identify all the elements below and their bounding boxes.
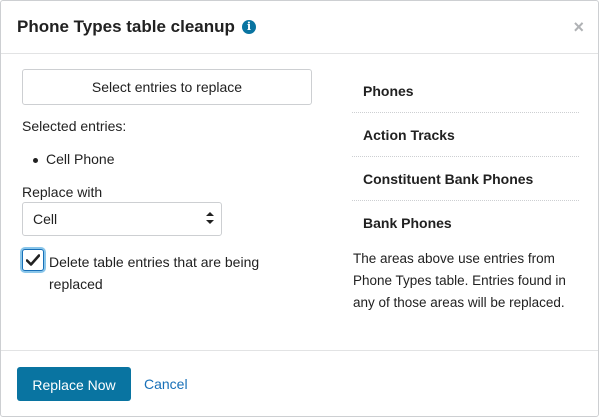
area-item-bank-phones: Bank Phones (363, 215, 452, 231)
delete-entries-checkbox[interactable] (22, 249, 44, 271)
areas-note: The areas above use entries from Phone T… (353, 251, 566, 310)
select-arrows-icon (206, 212, 214, 224)
area-item-phones: Phones (352, 69, 579, 113)
info-icon[interactable]: i (241, 20, 256, 34)
delete-entries-label[interactable]: Delete table entries that are being repl… (49, 251, 309, 295)
checkmark-icon (26, 254, 40, 266)
areas-list: Phones Action Tracks Constituent Bank Ph… (352, 69, 579, 245)
dialog-title: Phone Types table cleanup i (17, 17, 256, 37)
selected-entry-item: Cell Phone (33, 151, 115, 167)
area-item-action-tracks: Action Tracks (352, 113, 579, 157)
dialog-title-text: Phone Types table cleanup (17, 17, 235, 36)
dialog-header: Phone Types table cleanup i × (1, 1, 598, 54)
cleanup-dialog: Phone Types table cleanup i × Select ent… (0, 0, 599, 417)
replace-with-label: Replace with (22, 184, 103, 200)
selected-entries-label: Selected entries: (22, 118, 127, 134)
select-entries-button[interactable]: Select entries to replace (22, 69, 312, 105)
cancel-link[interactable]: Cancel (144, 376, 188, 392)
dialog-footer: Replace Now Cancel (1, 350, 598, 417)
replace-with-select[interactable]: Cell (22, 202, 222, 236)
replace-now-button[interactable]: Replace Now (17, 367, 131, 401)
replace-with-value: Cell (33, 211, 58, 227)
area-item-constituent-bank-phones: Constituent Bank Phones (352, 157, 579, 201)
close-icon[interactable]: × (573, 17, 584, 38)
